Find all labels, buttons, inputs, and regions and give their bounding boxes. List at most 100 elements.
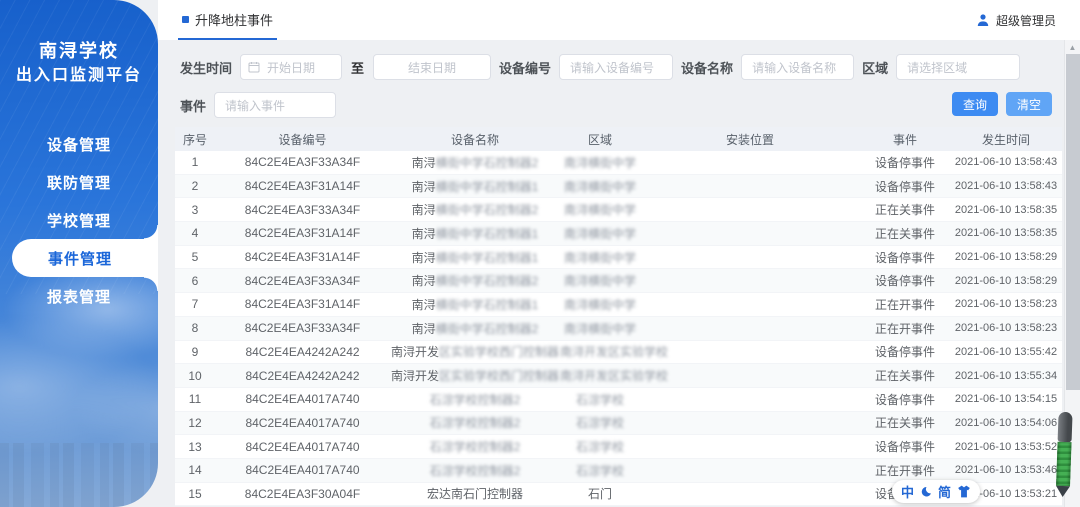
- app-window: 南浔学校 出入口监测平台 设备管理联防管理学校管理事件管理报表管理 升降地柱事件…: [0, 0, 1080, 507]
- events-table: 序号设备编号设备名称区域安装位置事件发生时间 184C2E4EA3F33A34F…: [175, 127, 1062, 506]
- column-header-发生时间: 发生时间: [950, 131, 1062, 148]
- cell-time: 2021-06-10 13:58:29: [950, 275, 1062, 287]
- user-menu[interactable]: 超级管理员: [976, 0, 1056, 40]
- shirt-icon[interactable]: [957, 485, 971, 498]
- sidebar-item-事件管理[interactable]: 事件管理: [12, 239, 158, 277]
- cell-device-no: 84C2E4EA4242A242: [215, 369, 390, 383]
- device-no-placeholder: 请输入设备编号: [560, 59, 672, 76]
- column-header-事件: 事件: [860, 131, 950, 148]
- user-name: 超级管理员: [996, 12, 1056, 29]
- pen-cap: [1058, 412, 1073, 442]
- ime-simplified-toggle[interactable]: 简: [938, 482, 951, 501]
- ime-toolbar[interactable]: 中 简: [892, 480, 980, 503]
- cell-event: 设备停事件: [860, 343, 950, 360]
- cell-device-name: 南浔开发区实验学校西门控制器: [390, 367, 560, 384]
- cell-device-no: 84C2E4EA4017A740: [215, 440, 390, 454]
- ime-language-toggle[interactable]: 中: [901, 482, 914, 501]
- cell-event: 正在关事件: [860, 201, 950, 218]
- column-header-区域: 区域: [560, 131, 640, 148]
- event-input[interactable]: 请输入事件: [214, 92, 336, 118]
- app-title: 南浔学校 出入口监测平台: [0, 38, 158, 87]
- table-row: 684C2E4EA3F33A34F南浔横街中学石控制器2南浔横街中学设备停事件2…: [175, 269, 1062, 293]
- cell-region: 石淙学校: [560, 414, 640, 431]
- cell-region: 石淙学校: [560, 438, 640, 455]
- sidebar-item-学校管理[interactable]: 学校管理: [0, 201, 158, 239]
- sidebar-item-联防管理[interactable]: 联防管理: [0, 163, 158, 201]
- table-row: 284C2E4EA3F31A14F南浔横街中学石控制器1南浔横街中学设备停事件2…: [175, 175, 1062, 199]
- date-range-to-label: 至: [351, 58, 364, 77]
- cell-index: 5: [175, 250, 215, 264]
- device-no-input[interactable]: 请输入设备编号: [559, 54, 673, 80]
- cell-time: 2021-06-10 13:58:29: [950, 251, 1062, 263]
- filter-buttons: 查询 清空: [952, 92, 1052, 116]
- table-row: 484C2E4EA3F31A14F南浔横街中学石控制器1南浔横街中学正在关事件2…: [175, 222, 1062, 246]
- cell-device-no: 84C2E4EA3F31A14F: [215, 179, 390, 193]
- column-header-设备名称: 设备名称: [390, 131, 560, 148]
- cell-index: 8: [175, 321, 215, 335]
- cell-event: 正在开事件: [860, 462, 950, 479]
- filter-row-2: 事件 请输入事件: [180, 92, 336, 118]
- cell-index: 11: [175, 392, 215, 406]
- filter-panel: 发生时间 开始日期 至 结束日期 设备编号 请输入设备编号 设备名称: [158, 40, 1080, 127]
- cell-time: 2021-06-10 13:58:43: [950, 180, 1062, 192]
- moon-icon[interactable]: [920, 486, 932, 498]
- table-row: 1184C2E4EA4017A740石淙学校控制器2石淙学校设备停事件2021-…: [175, 388, 1062, 412]
- cell-device-name: 南浔横街中学石控制器2: [390, 201, 560, 218]
- cell-time: 2021-06-10 13:58:35: [950, 204, 1062, 216]
- start-date-input[interactable]: 开始日期: [240, 54, 342, 80]
- cell-device-name: 石淙学校控制器2: [390, 438, 560, 455]
- user-icon: [976, 13, 990, 27]
- device-name-placeholder: 请输入设备名称: [742, 59, 853, 76]
- sidebar-item-设备管理[interactable]: 设备管理: [0, 125, 158, 163]
- table-row: 184C2E4EA3F33A34F南浔横街中学石控制器2南浔横街中学设备停事件2…: [175, 151, 1062, 175]
- device-no-label: 设备编号: [499, 58, 551, 77]
- column-header-序号: 序号: [175, 131, 215, 148]
- cell-index: 12: [175, 416, 215, 430]
- query-button[interactable]: 查询: [952, 92, 998, 116]
- cell-region: 石门: [560, 485, 640, 502]
- filter-row-1: 发生时间 开始日期 至 结束日期 设备编号 请输入设备编号 设备名称: [180, 54, 1020, 80]
- cell-region: 南浔开发区实验学校: [560, 343, 640, 360]
- square-bullet-icon: [182, 16, 189, 23]
- cell-region: 南浔开发区实验学校: [560, 367, 640, 384]
- cell-index: 9: [175, 345, 215, 359]
- table-row: 984C2E4EA4242A242南浔开发区实验学校西门控制器南浔开发区实验学校…: [175, 341, 1062, 365]
- cell-device-name: 南浔横街中学石控制器1: [390, 296, 560, 313]
- sidebar-item-报表管理[interactable]: 报表管理: [0, 277, 158, 315]
- cell-region: 南浔横街中学: [560, 249, 640, 266]
- sidebar-city-skyline-decoration: [0, 443, 158, 507]
- cell-region: 南浔横街中学: [560, 320, 640, 337]
- scroll-up-arrow-icon[interactable]: ▲: [1065, 40, 1080, 54]
- cell-device-no: 84C2E4EA3F31A14F: [215, 226, 390, 240]
- column-header-安装位置: 安装位置: [640, 131, 860, 148]
- cell-device-name: 南浔横街中学石控制器2: [390, 320, 560, 337]
- cell-index: 10: [175, 369, 215, 383]
- cell-event: 设备停事件: [860, 178, 950, 195]
- cell-time: 2021-06-10 13:53:46: [950, 464, 1062, 476]
- cell-region: 南浔横街中学: [560, 154, 640, 171]
- sidebar-nav: 设备管理联防管理学校管理事件管理报表管理: [0, 125, 158, 315]
- cell-device-name: 南浔横街中学石控制器1: [390, 249, 560, 266]
- cell-device-no: 84C2E4EA3F33A34F: [215, 203, 390, 217]
- region-select[interactable]: 请选择区域: [896, 54, 1020, 80]
- end-date-input[interactable]: 结束日期: [373, 54, 491, 80]
- app-title-line1: 南浔学校: [0, 38, 158, 64]
- cell-event: 正在关事件: [860, 367, 950, 384]
- cell-region: 石淙学校: [560, 391, 640, 408]
- tab-bollard-events[interactable]: 升降地柱事件: [178, 0, 277, 40]
- cell-event: 设备停事件: [860, 438, 950, 455]
- table-row: 784C2E4EA3F31A14F南浔横街中学石控制器1南浔横街中学正在开事件2…: [175, 293, 1062, 317]
- region-label: 区域: [862, 58, 888, 77]
- cell-device-no: 84C2E4EA3F33A34F: [215, 155, 390, 169]
- scrollbar-thumb[interactable]: [1066, 54, 1080, 390]
- clear-button[interactable]: 清空: [1006, 92, 1052, 116]
- cell-time: 2021-06-10 13:58:43: [950, 156, 1062, 168]
- table-row: 584C2E4EA3F31A14F南浔横街中学石控制器1南浔横街中学设备停事件2…: [175, 246, 1062, 270]
- cell-index: 6: [175, 274, 215, 288]
- table-row: 884C2E4EA3F33A34F南浔横街中学石控制器2南浔横街中学正在开事件2…: [175, 317, 1062, 341]
- device-name-input[interactable]: 请输入设备名称: [741, 54, 854, 80]
- cell-device-name: 南浔横街中学石控制器1: [390, 225, 560, 242]
- cell-index: 2: [175, 179, 215, 193]
- cell-device-name: 石淙学校控制器2: [390, 414, 560, 431]
- cell-device-no: 84C2E4EA4242A242: [215, 345, 390, 359]
